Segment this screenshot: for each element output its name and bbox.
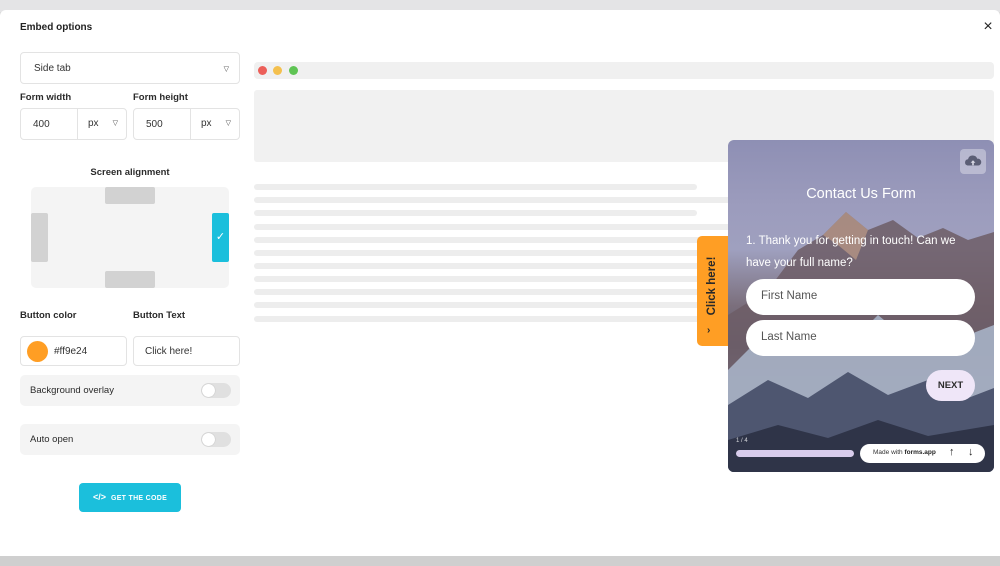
check-icon: ✓ xyxy=(215,231,226,243)
screen-alignment-title: Screen alignment xyxy=(90,167,170,178)
close-icon[interactable]: × xyxy=(979,18,997,36)
form-width-unit-value: px xyxy=(88,118,99,129)
side-tab-button[interactable]: Click here! › xyxy=(697,236,728,346)
background-overlay-label: Background overlay xyxy=(30,385,114,396)
toggle-knob xyxy=(202,433,215,446)
button-text-label: Button Text xyxy=(133,310,186,321)
made-with-badge[interactable]: Made with forms.app ↑ ↓ xyxy=(860,444,985,463)
window-close-dot xyxy=(258,66,267,75)
progress-fill xyxy=(736,450,854,457)
auto-open-toggle[interactable] xyxy=(201,432,231,447)
last-name-placeholder: Last Name xyxy=(761,331,817,343)
form-width-value: 400 xyxy=(33,119,50,130)
alignment-bottom-option[interactable] xyxy=(105,271,155,288)
auto-open-label: Auto open xyxy=(30,434,74,445)
made-with-brand: forms.app xyxy=(904,449,936,456)
embed-type-value: Side tab xyxy=(34,63,71,74)
preview-text-line xyxy=(254,184,697,190)
get-the-code-button[interactable]: </> GET THE CODE xyxy=(79,483,181,512)
alignment-left-option[interactable] xyxy=(31,213,48,262)
form-height-input[interactable]: 500 px ▽ xyxy=(133,108,240,140)
form-height-label: Form height xyxy=(133,92,188,103)
form-height-value: 500 xyxy=(146,119,163,130)
window-maximize-dot xyxy=(289,66,298,75)
window-minimize-dot xyxy=(273,66,282,75)
form-width-unit-select[interactable]: px ▽ xyxy=(77,108,127,140)
auto-open-row: Auto open xyxy=(20,424,240,455)
preview-text-line xyxy=(254,210,697,216)
caret-down-icon: ▽ xyxy=(112,120,118,127)
form-height-unit-value: px xyxy=(201,118,212,129)
embed-type-select[interactable]: Side tab ▽ xyxy=(20,52,240,84)
caret-down-icon: ▽ xyxy=(223,66,229,73)
modal-title: Embed options xyxy=(20,22,93,33)
button-text-input[interactable]: Click here! xyxy=(133,336,240,366)
arrow-down-icon[interactable]: ↓ xyxy=(968,446,974,458)
form-preview-panel: Contact Us Form 1. Thank you for getting… xyxy=(728,140,994,472)
progress-label: 1 / 4 xyxy=(736,438,748,444)
form-height-unit-select[interactable]: px ▽ xyxy=(190,108,240,140)
last-name-input[interactable]: Last Name xyxy=(746,320,975,356)
next-button[interactable]: NEXT xyxy=(926,370,975,401)
form-width-input[interactable]: 400 px ▽ xyxy=(20,108,127,140)
cloud-upload-icon xyxy=(965,155,982,166)
background-overlay-row: Background overlay xyxy=(20,375,240,406)
alignment-top-option[interactable] xyxy=(105,187,155,204)
get-the-code-label: GET THE CODE xyxy=(110,495,168,502)
embed-options-modal: Embed options × Side tab ▽ Form width Fo… xyxy=(0,10,1000,556)
caret-down-icon: ▽ xyxy=(225,120,231,127)
preview-browser-bar xyxy=(254,62,994,79)
button-color-value: #ff9e24 xyxy=(54,346,88,357)
toggle-knob xyxy=(202,384,215,397)
form-width-label: Form width xyxy=(20,92,72,103)
form-title: Contact Us Form xyxy=(806,186,916,202)
cloud-upload-button[interactable] xyxy=(960,149,986,174)
background-overlay-toggle[interactable] xyxy=(201,383,231,398)
progress-bar xyxy=(736,450,854,457)
arrow-up-icon[interactable]: ↑ xyxy=(949,446,955,458)
background-app-footer xyxy=(0,556,1000,566)
side-tab-label: Click here! xyxy=(706,256,718,316)
color-swatch[interactable] xyxy=(27,341,48,362)
screen-alignment-picker: ✓ xyxy=(31,187,229,288)
button-text-value: Click here! xyxy=(145,346,193,357)
chevron-right-icon: › xyxy=(707,325,711,336)
first-name-input[interactable]: First Name xyxy=(746,279,975,315)
code-icon: </> xyxy=(92,492,106,502)
form-question: 1. Thank you for getting in touch! Can w… xyxy=(746,235,956,269)
made-with-prefix: Made with xyxy=(873,449,903,456)
button-color-input[interactable]: #ff9e24 xyxy=(20,336,127,366)
alignment-right-option[interactable]: ✓ xyxy=(212,213,229,262)
button-color-label: Button color xyxy=(20,310,77,321)
first-name-placeholder: First Name xyxy=(761,290,818,302)
